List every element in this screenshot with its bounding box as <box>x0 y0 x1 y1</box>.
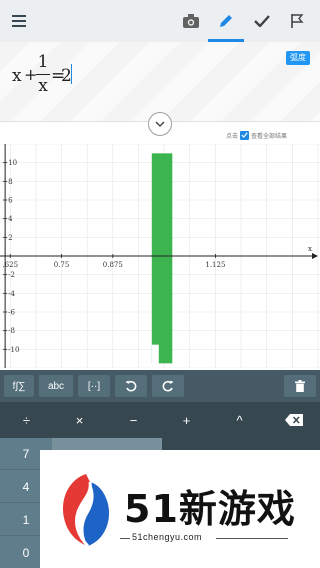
power-key[interactable]: ^ <box>213 402 266 438</box>
collapse-button[interactable] <box>148 112 172 136</box>
minus-key[interactable]: − <box>107 402 160 438</box>
expr-variable: x <box>12 66 22 86</box>
keyboard-key-partial[interactable] <box>52 438 162 450</box>
functions-key[interactable]: f∫∑ <box>4 375 34 397</box>
fraction-numerator: 1 <box>37 52 49 72</box>
menu-icon[interactable] <box>6 9 32 33</box>
x-tick-label: 0.875 <box>103 261 123 269</box>
fraction-bar <box>36 74 50 75</box>
redo-icon <box>162 380 174 392</box>
redo-button[interactable] <box>152 375 184 397</box>
y-tick-label: 4 <box>8 215 13 223</box>
keyboard-key-partial[interactable] <box>162 438 320 450</box>
y-tick-label: 10 <box>8 159 17 167</box>
watermark-logo <box>62 474 110 548</box>
x-tick-label: .625 <box>2 261 18 269</box>
graph-region-notch <box>151 344 159 365</box>
y-tick-label: -10 <box>8 346 19 354</box>
divide-key[interactable]: ÷ <box>0 402 53 438</box>
y-tick-label: 6 <box>8 197 13 205</box>
x-tick-label: 0.75 <box>54 261 70 269</box>
operator-row: ÷ × − + ^ <box>0 402 320 438</box>
undo-icon <box>125 380 137 392</box>
backspace-icon <box>284 414 303 426</box>
y-tick-label: -2 <box>8 271 15 279</box>
text-cursor <box>71 64 72 84</box>
matrix-key[interactable]: [··] <box>78 375 110 397</box>
angle-mode-badge[interactable]: 弧度 <box>286 51 310 65</box>
undo-button[interactable] <box>115 375 147 397</box>
y-tick-label: 2 <box>8 234 12 242</box>
multiply-key[interactable]: × <box>53 402 106 438</box>
clear-button[interactable] <box>284 375 316 397</box>
letters-key[interactable]: abc <box>39 375 73 397</box>
camera-icon[interactable] <box>178 9 204 33</box>
show-all-results-toggle[interactable]: 点击 查看全部结果 <box>226 129 287 141</box>
y-tick-label: -4 <box>8 290 15 298</box>
x-axis-arrow <box>312 253 318 259</box>
x-axis-label: x <box>308 245 312 253</box>
expression-editor[interactable]: x + 1 x = 2 弧度 <box>0 42 320 122</box>
top-toolbar <box>0 0 320 42</box>
delete-icon <box>295 380 305 392</box>
check-icon <box>241 132 248 138</box>
show-all-label: 查看全部结果 <box>251 133 288 140</box>
graph-shaded-region <box>151 153 173 364</box>
x-tick-label: 1.125 <box>205 261 225 269</box>
fraction-denominator: x <box>38 76 48 96</box>
show-all-checkbox[interactable] <box>240 130 250 140</box>
graph-fill-region <box>151 153 173 365</box>
keyboard-toolbar: f∫∑ abc [··] <box>0 370 320 402</box>
app-screen: x + 1 x = 2 弧度 点击 查看全部结果 x .625 0.75 0.875… <box>0 0 320 568</box>
y-tick-label: -6 <box>8 309 15 317</box>
y-tick-label: -8 <box>8 327 15 335</box>
pencil-icon[interactable] <box>213 9 239 33</box>
plus-key[interactable]: + <box>160 402 213 438</box>
function-graph[interactable]: x .625 0.75 0.875 1.125 10 8 6 4 2 -2 -4 -6 -8 -10 <box>0 144 320 368</box>
watermark-brand: 51新游戏 <box>124 487 296 531</box>
flag-icon[interactable] <box>284 9 310 33</box>
watermark-rule-right <box>216 538 288 539</box>
y-tick-label: 8 <box>8 178 12 186</box>
backspace-key[interactable] <box>267 402 320 438</box>
watermark-url: 51chengyu.com <box>132 532 203 542</box>
show-all-prefix: 点击 <box>226 133 239 140</box>
watermark-rule-left <box>120 538 130 539</box>
check-icon[interactable] <box>249 9 275 33</box>
chevron-down-icon <box>155 121 165 127</box>
